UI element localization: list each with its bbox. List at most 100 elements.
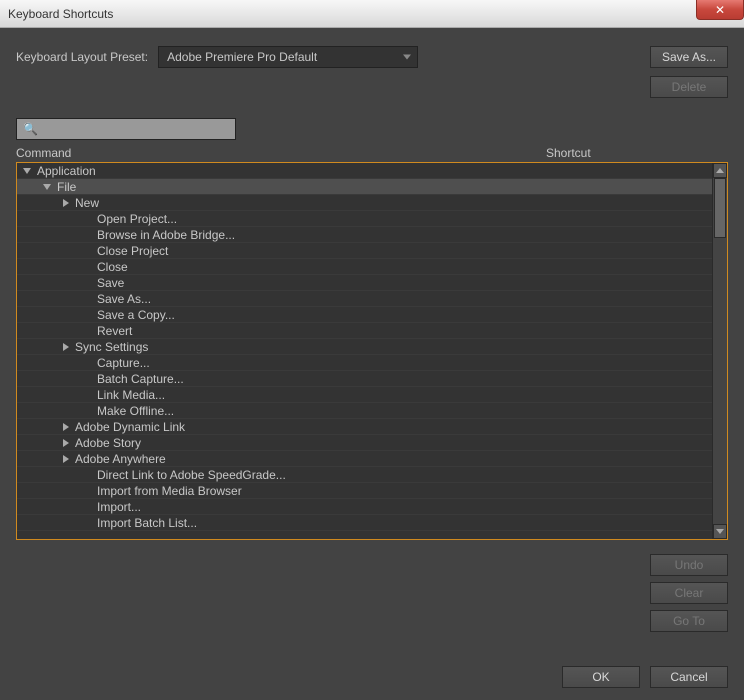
close-button[interactable]: ✕ xyxy=(696,0,744,20)
scroll-up-button[interactable] xyxy=(713,163,727,178)
tree-row[interactable]: Capture... xyxy=(17,355,712,371)
tree-row[interactable]: Make Offline... xyxy=(17,403,712,419)
collapse-icon[interactable] xyxy=(63,439,69,447)
tree-item-label: Close xyxy=(97,260,128,274)
tree-row[interactable]: Save xyxy=(17,275,712,291)
tree-item-label: Sync Settings xyxy=(75,340,148,354)
tree-row[interactable]: File xyxy=(17,179,712,195)
no-icon xyxy=(83,487,91,495)
no-icon xyxy=(83,295,91,303)
collapse-icon[interactable] xyxy=(63,199,69,207)
no-icon xyxy=(83,247,91,255)
no-icon xyxy=(83,215,91,223)
tree-row[interactable]: Adobe Dynamic Link xyxy=(17,419,712,435)
ok-button[interactable]: OK xyxy=(562,666,640,688)
tree-row[interactable]: Adobe Anywhere xyxy=(17,451,712,467)
scroll-track[interactable] xyxy=(713,178,727,524)
tree-item-label: Link Media... xyxy=(97,388,165,402)
tree-row[interactable]: Adobe Story xyxy=(17,435,712,451)
delete-row: Delete xyxy=(16,76,728,98)
tree-item-label: Close Project xyxy=(97,244,168,258)
save-as-button[interactable]: Save As... xyxy=(650,46,728,68)
search-input-container[interactable]: 🔍 xyxy=(16,118,236,140)
tree-item-label: Save As... xyxy=(97,292,151,306)
dialog-body: Keyboard Layout Preset: Adobe Premiere P… xyxy=(0,28,744,700)
clear-button[interactable]: Clear xyxy=(650,582,728,604)
no-icon xyxy=(83,311,91,319)
expand-icon[interactable] xyxy=(23,168,31,174)
tree-row[interactable]: Batch Capture... xyxy=(17,371,712,387)
tree-row[interactable]: Open Project... xyxy=(17,211,712,227)
no-icon xyxy=(83,231,91,239)
delete-button[interactable]: Delete xyxy=(650,76,728,98)
tree-row[interactable]: Import from Media Browser xyxy=(17,483,712,499)
tree-item-label: Import from Media Browser xyxy=(97,484,242,498)
columns-header: Command Shortcut xyxy=(16,146,728,160)
tree-item-label: Revert xyxy=(97,324,132,338)
tree-item-label: Save a Copy... xyxy=(97,308,175,322)
search-row: 🔍 xyxy=(16,118,728,140)
no-icon xyxy=(83,263,91,271)
shortcut-tree-container: Application File NewOpen Project...Browse … xyxy=(16,162,728,540)
tree-row[interactable]: Application xyxy=(17,163,712,179)
tree-item-label: Browse in Adobe Bridge... xyxy=(97,228,235,242)
tree-item-label: Direct Link to Adobe SpeedGrade... xyxy=(97,468,286,482)
tree-item-label: Adobe Anywhere xyxy=(75,452,166,466)
tree-row[interactable]: Save As... xyxy=(17,291,712,307)
arrow-up-icon xyxy=(716,168,724,173)
tree-item-label: Import... xyxy=(97,500,141,514)
no-icon xyxy=(83,391,91,399)
collapse-icon[interactable] xyxy=(63,423,69,431)
no-icon xyxy=(83,375,91,383)
tree-row[interactable]: Import... xyxy=(17,499,712,515)
tree-row[interactable]: Close Project xyxy=(17,243,712,259)
tree-item-label: Make Offline... xyxy=(97,404,174,418)
no-icon xyxy=(83,519,91,527)
close-icon: ✕ xyxy=(715,3,725,17)
no-icon xyxy=(83,407,91,415)
tree-item-label: Save xyxy=(97,276,124,290)
titlebar: Keyboard Shortcuts ✕ xyxy=(0,0,744,28)
no-icon xyxy=(83,471,91,479)
no-icon xyxy=(83,359,91,367)
tree-item-label: File xyxy=(57,180,76,194)
chevron-down-icon xyxy=(403,55,411,60)
shortcut-tree[interactable]: Application File NewOpen Project...Browse … xyxy=(17,163,712,539)
tree-row[interactable]: Link Media... xyxy=(17,387,712,403)
tree-footer-buttons: Undo Clear Go To xyxy=(16,554,728,632)
scroll-down-button[interactable] xyxy=(713,524,727,539)
tree-item-label: Capture... xyxy=(97,356,150,370)
tree-row[interactable]: Import Batch List... xyxy=(17,515,712,531)
cancel-button[interactable]: Cancel xyxy=(650,666,728,688)
tree-row[interactable]: Close xyxy=(17,259,712,275)
search-input[interactable] xyxy=(44,122,229,136)
column-shortcut-header: Shortcut xyxy=(546,146,728,160)
scrollbar[interactable] xyxy=(712,163,727,539)
tree-item-label: Batch Capture... xyxy=(97,372,184,386)
no-icon xyxy=(83,279,91,287)
tree-row[interactable]: Save a Copy... xyxy=(17,307,712,323)
scroll-thumb[interactable] xyxy=(714,178,726,238)
go-to-button[interactable]: Go To xyxy=(650,610,728,632)
undo-button[interactable]: Undo xyxy=(650,554,728,576)
preset-dropdown[interactable]: Adobe Premiere Pro Default xyxy=(158,46,418,68)
collapse-icon[interactable] xyxy=(63,343,69,351)
tree-row[interactable]: Sync Settings xyxy=(17,339,712,355)
tree-item-label: Adobe Story xyxy=(75,436,141,450)
preset-label: Keyboard Layout Preset: xyxy=(16,50,148,64)
tree-row[interactable]: Direct Link to Adobe SpeedGrade... xyxy=(17,467,712,483)
tree-item-label: New xyxy=(75,196,99,210)
tree-row[interactable]: New xyxy=(17,195,712,211)
preset-selected-value: Adobe Premiere Pro Default xyxy=(167,50,317,64)
tree-row[interactable]: Revert xyxy=(17,323,712,339)
tree-item-label: Application xyxy=(37,164,96,178)
arrow-down-icon xyxy=(716,529,724,534)
no-icon xyxy=(83,503,91,511)
dialog-buttons-row: OK Cancel xyxy=(16,654,728,688)
tree-row[interactable]: Browse in Adobe Bridge... xyxy=(17,227,712,243)
no-icon xyxy=(83,327,91,335)
collapse-icon[interactable] xyxy=(63,455,69,463)
window-title: Keyboard Shortcuts xyxy=(8,7,113,21)
column-command-header: Command xyxy=(16,146,546,160)
expand-icon[interactable] xyxy=(43,184,51,190)
